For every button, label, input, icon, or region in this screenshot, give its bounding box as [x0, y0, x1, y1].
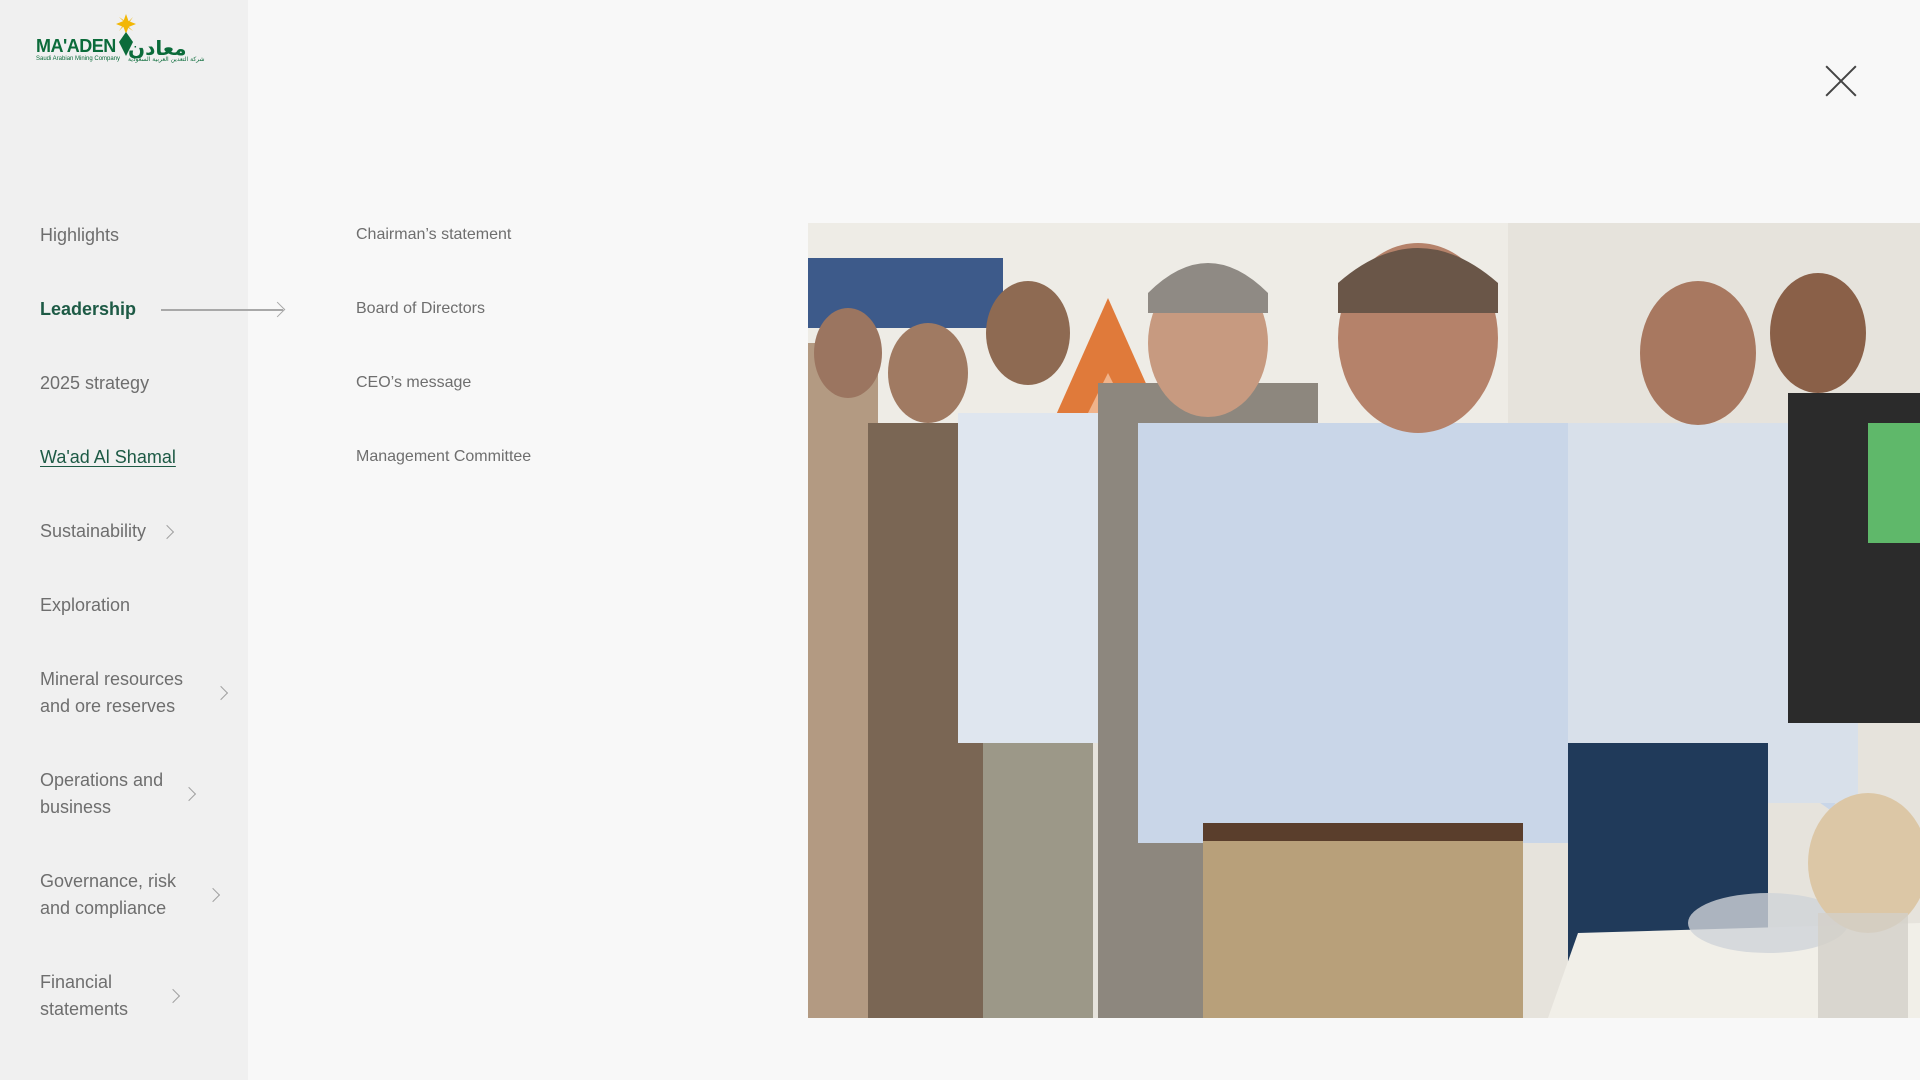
submenu-item-chairmans-statement[interactable]: Chairman’s statement: [356, 226, 511, 244]
nav-item-label: Financial statements: [40, 972, 129, 1019]
nav-item-sustainability[interactable]: Sustainability: [40, 518, 280, 545]
submenu-item-management-committee[interactable]: Management Committee: [356, 448, 531, 466]
nav-item-label: Sustainability: [40, 521, 147, 541]
nav-item-waad-al-shamal[interactable]: Wa'ad Al Shamal: [40, 444, 280, 471]
arrow-right-icon: [161, 309, 283, 311]
nav-item-2025-strategy[interactable]: 2025 strategy: [40, 370, 280, 397]
close-icon[interactable]: [1824, 64, 1858, 98]
chevron-right-icon: [159, 524, 175, 539]
nav-item-operations[interactable]: Operations and business: [40, 767, 280, 821]
nav-item-label: Leadership: [40, 299, 137, 319]
logo-tagline-en: Saudi Arabian Mining Company: [36, 56, 121, 62]
nav-item-highlights[interactable]: Highlights: [40, 222, 280, 249]
nav-item-label: Highlights: [40, 225, 120, 245]
chevron-right-icon: [213, 685, 229, 701]
nav-item-financial-statements[interactable]: Financial statements: [40, 969, 280, 1023]
chevron-right-icon: [181, 786, 197, 802]
maaden-logo[interactable]: MA'ADEN Saudi Arabian Mining Company معا…: [36, 12, 216, 68]
leadership-photo: [808, 223, 1920, 1018]
nav-item-label: Operations and business: [40, 770, 164, 817]
chevron-right-icon: [165, 988, 181, 1004]
logo-tagline-ar: شركة التعدين العربية السعودية: [128, 56, 205, 63]
logo-name-en: MA'ADEN: [36, 36, 116, 56]
nav-item-label: Mineral resources and ore reserves: [40, 669, 184, 716]
submenu-item-ceos-message[interactable]: CEO’s message: [356, 374, 471, 392]
nav-item-governance[interactable]: Governance, risk and compliance: [40, 868, 280, 922]
submenu-item-board-of-directors[interactable]: Board of Directors: [356, 300, 485, 318]
nav-item-mineral-resources[interactable]: Mineral resources and ore reserves: [40, 666, 280, 720]
sidebar: MA'ADEN Saudi Arabian Mining Company معا…: [0, 0, 248, 1080]
nav-item-label: Wa'ad Al Shamal: [40, 447, 176, 467]
nav-item-label: 2025 strategy: [40, 373, 150, 393]
photo-illustration: [808, 223, 1920, 1018]
nav-item-label: Governance, risk and compliance: [40, 871, 177, 918]
nav-item-label: Exploration: [40, 595, 131, 615]
nav-item-exploration[interactable]: Exploration: [40, 592, 280, 619]
chevron-right-icon: [205, 887, 221, 903]
